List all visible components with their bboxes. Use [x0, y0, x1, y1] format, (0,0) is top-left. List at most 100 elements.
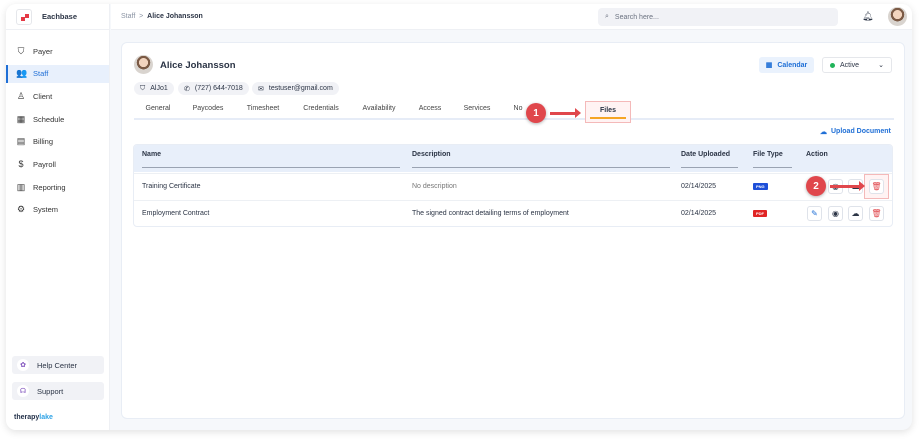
therapylake-logo: therapylake [14, 414, 53, 421]
profile-name: Alice Johansson [160, 60, 236, 71]
tab-access[interactable]: Access [419, 105, 442, 112]
app-window: Eachbase ⛉ Payer 👥 Staff ♙ Client ▦ Schedule… [6, 4, 912, 430]
tab-availability[interactable]: Availability [363, 105, 396, 112]
sidebar-item-schedule[interactable]: ▦ Schedule [6, 110, 109, 128]
upload-document-button[interactable]: ☁ Upload Document [820, 128, 891, 136]
user-avatar[interactable] [888, 7, 907, 26]
sidebar-item-client[interactable]: ♙ Client [6, 87, 109, 105]
report-icon: ▥ [16, 181, 26, 192]
label: Support [37, 386, 64, 396]
tab-notes[interactable]: No [514, 105, 523, 112]
logo-text-accent: lake [39, 414, 53, 421]
calendar-icon: ▦ [16, 113, 26, 124]
file-name: Employment Contract [142, 210, 210, 217]
headset-icon: ☊ [17, 385, 29, 397]
file-date: 02/14/2025 [681, 183, 717, 190]
sidebar-item-payroll[interactable]: $ Payroll [6, 155, 109, 173]
table-row: Training Certificate No description 02/1… [134, 173, 892, 199]
search-placeholder: Search here... [614, 13, 659, 21]
phone: (727) 644-7018 [194, 85, 243, 92]
staff-card: Alice Johansson ⛉ AlJo1 ✆ (727) 644-7018 ✉… [121, 42, 905, 419]
trash-icon: 🗑︎ [871, 182, 882, 191]
file-name: Training Certificate [142, 183, 201, 190]
label: Payer [33, 46, 53, 56]
delete-button[interactable]: 🗑︎ [869, 206, 884, 221]
bell-icon[interactable]: 🔔︎ [862, 11, 873, 22]
label: Schedule [33, 114, 65, 124]
user-icon: ♙ [16, 90, 26, 101]
breadcrumb-staff[interactable]: Staff [121, 13, 135, 20]
calendar-button[interactable]: ▦ Calendar [759, 57, 814, 73]
users-icon: 👥 [16, 68, 28, 79]
help-center-button[interactable]: ✿ Help Center [12, 356, 104, 374]
sidebar-item-reporting[interactable]: ▥ Reporting [6, 178, 109, 196]
id-chip: ⛉ AlJo1 [134, 82, 174, 95]
divider [753, 167, 792, 168]
table-row: Employment Contract The signed contract … [134, 200, 892, 226]
file-type-badge: PNG [753, 183, 768, 190]
file-date: 02/14/2025 [681, 210, 717, 217]
shield-icon: ⛉ [140, 84, 146, 92]
brand: Eachbase [6, 4, 109, 30]
status-value: Active [840, 61, 860, 69]
header-date: Date Uploaded [681, 151, 731, 158]
chevron-down-icon: ⌄ [878, 62, 884, 69]
delete-button[interactable]: 🗑︎ [869, 179, 884, 194]
search-input[interactable]: ⌕ Search here... [598, 8, 838, 26]
files-table: Name Description Date Uploaded File Type… [133, 144, 893, 227]
download-button[interactable]: ☁ [848, 206, 863, 221]
annotation-badge-2: 2 [806, 176, 826, 196]
tab-services[interactable]: Services [464, 105, 491, 112]
phone-chip: ✆ (727) 644-7018 [178, 82, 249, 95]
tab-bar: General Paycodes Timesheet Credentials A… [134, 100, 894, 120]
email-chip: ✉ testuser@gmail.com [252, 82, 339, 95]
gear-icon: ⚙ [16, 204, 26, 215]
file-type-badge: PDF [753, 210, 767, 217]
label: Payroll [33, 159, 56, 169]
phone-icon: ✆ [184, 85, 190, 93]
tab-files[interactable]: Files [585, 101, 631, 123]
shield-icon: ⛉ [17, 45, 25, 56]
breadcrumb-sep: > [139, 13, 144, 20]
active-tab-underline [590, 117, 626, 119]
logo-icon [16, 8, 32, 25]
logo-text: therapy [14, 414, 40, 421]
tab-paycodes[interactable]: Paycodes [193, 105, 224, 112]
brand-name: Eachbase [42, 12, 78, 21]
breadcrumb: Staff > Alice Johansson [121, 13, 203, 20]
edit-button[interactable]: ✎ [807, 206, 822, 221]
file-description: The signed contract detailing terms of e… [412, 210, 569, 217]
eye-icon: ◉ [832, 209, 839, 218]
edit-icon: ✎ [811, 209, 818, 218]
sidebar-item-system[interactable]: ⚙ System [6, 201, 109, 219]
trash-icon: 🗑︎ [871, 209, 882, 218]
breadcrumb-current: Alice Johansson [147, 13, 203, 20]
search-icon: ⌕ [605, 13, 609, 20]
help-icon: ✿ [17, 359, 29, 371]
id: AlJo1 [150, 85, 168, 92]
mail-icon: ✉ [258, 85, 264, 93]
divider [142, 167, 400, 168]
view-button[interactable]: ◉ [828, 206, 843, 221]
annotation-arrow-2 [830, 181, 865, 191]
table-header: Name Description Date Uploaded File Type… [134, 145, 892, 172]
tab-credentials[interactable]: Credentials [303, 105, 338, 112]
label: Staff [33, 69, 49, 79]
sidebar-item-staff[interactable]: 👥 Staff [6, 64, 109, 83]
label: Help Center [37, 360, 78, 370]
tab-general[interactable]: General [146, 105, 171, 112]
sidebar-item-billing[interactable]: ▤ Billing [6, 133, 109, 151]
profile-avatar [134, 55, 153, 74]
header-name: Name [142, 151, 162, 158]
support-button[interactable]: ☊ Support [12, 382, 104, 400]
tab-files-label: Files [600, 107, 616, 114]
header-action: Action [806, 151, 828, 158]
status-select[interactable]: Active ⌄ [822, 57, 892, 73]
tab-timesheet[interactable]: Timesheet [247, 105, 279, 112]
file-description: No description [412, 183, 457, 190]
label: Billing [33, 137, 54, 147]
receipt-icon: ▤ [16, 136, 26, 147]
sidebar-item-payer[interactable]: ⛉ Payer [6, 42, 109, 60]
money-icon: $ [18, 159, 24, 170]
divider [412, 167, 670, 168]
